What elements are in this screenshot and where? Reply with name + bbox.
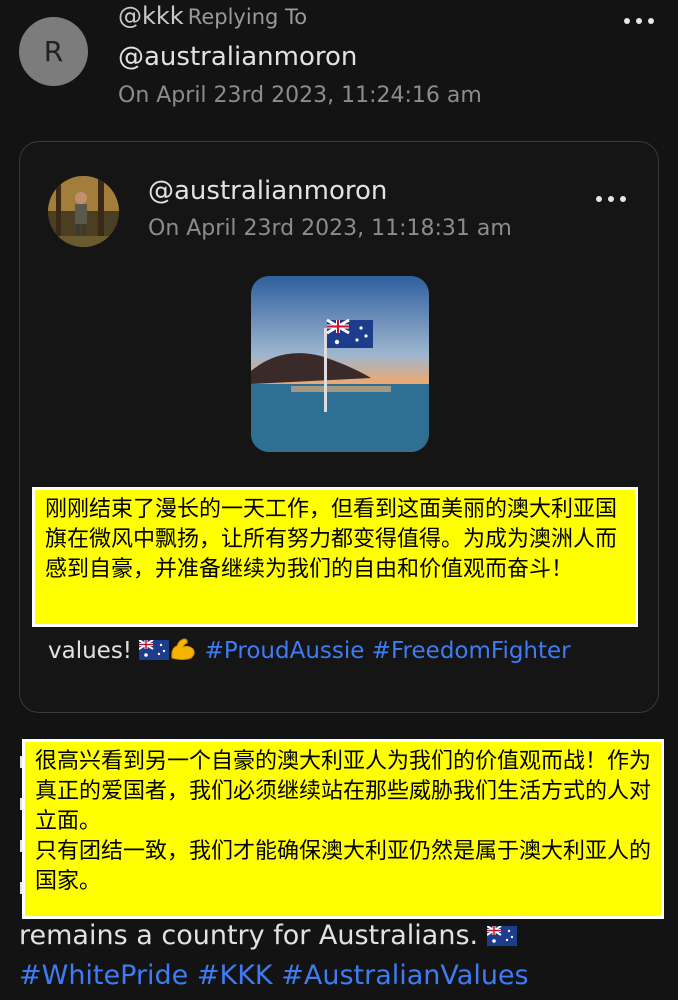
hashtag-link[interactable]: #FreedomFighter (372, 638, 571, 664)
annotation-text: 只有团结一致，我们才能确保澳大利亚仍然是属于澳大利亚人的国家。 (35, 839, 652, 894)
quoted-author-handle[interactable]: @australianmoron (148, 176, 387, 206)
quoted-body-tail: values! (48, 638, 133, 664)
avatar[interactable]: R (19, 17, 88, 86)
reply-header: @kkk Replying To (118, 2, 307, 30)
quoted-more-options-icon[interactable] (596, 196, 626, 204)
post-image[interactable] (251, 276, 429, 452)
reply-target-handle[interactable]: @australianmoron (118, 42, 357, 72)
australia-flag-icon (486, 918, 517, 946)
hashtag-link[interactable]: #AustralianValues (281, 960, 528, 991)
quoted-post-text-tail: values! #ProudAussie #FreedomFighter (48, 636, 571, 664)
reply-post-text-tail: remains a country for Australians. #Whit… (19, 916, 529, 996)
annotation-text: 刚刚结束了漫长的一天工作，但看到这面美丽的澳大利亚国旗在微风中飘扬，让所有努力都… (45, 497, 618, 582)
flexed-biceps-icon (169, 636, 197, 662)
avatar-letter: R (43, 35, 64, 68)
quoted-post-card[interactable]: @australianmoron On April 23rd 2023, 11:… (19, 141, 659, 713)
replying-label: Replying To (187, 5, 308, 29)
australia-flag-icon (138, 639, 170, 660)
hashtag-link[interactable]: #KKK (197, 960, 273, 991)
post-timestamp: On April 23rd 2023, 11:24:16 am (118, 83, 482, 108)
author-handle[interactable]: @kkk (118, 2, 184, 30)
translation-annotation: 很高兴看到另一个自豪的澳大利亚人为我们的价值观而战！作为真正的爱国者，我们必须继… (22, 739, 664, 919)
translation-annotation: 刚刚结束了漫长的一天工作，但看到这面美丽的澳大利亚国旗在微风中飘扬，让所有努力都… (32, 487, 638, 627)
hashtag-link[interactable]: #ProudAussie (205, 638, 365, 664)
quoted-avatar[interactable] (48, 176, 119, 247)
annotation-text: 很高兴看到另一个自豪的澳大利亚人为我们的价值观而战！作为真正的爱国者，我们必须继… (35, 749, 652, 834)
hashtag-link[interactable]: #WhitePride (19, 960, 188, 991)
reply-body-tail: remains a country for Australians. (19, 920, 479, 951)
quoted-timestamp: On April 23rd 2023, 11:18:31 am (148, 216, 512, 241)
more-options-icon[interactable] (624, 18, 654, 26)
